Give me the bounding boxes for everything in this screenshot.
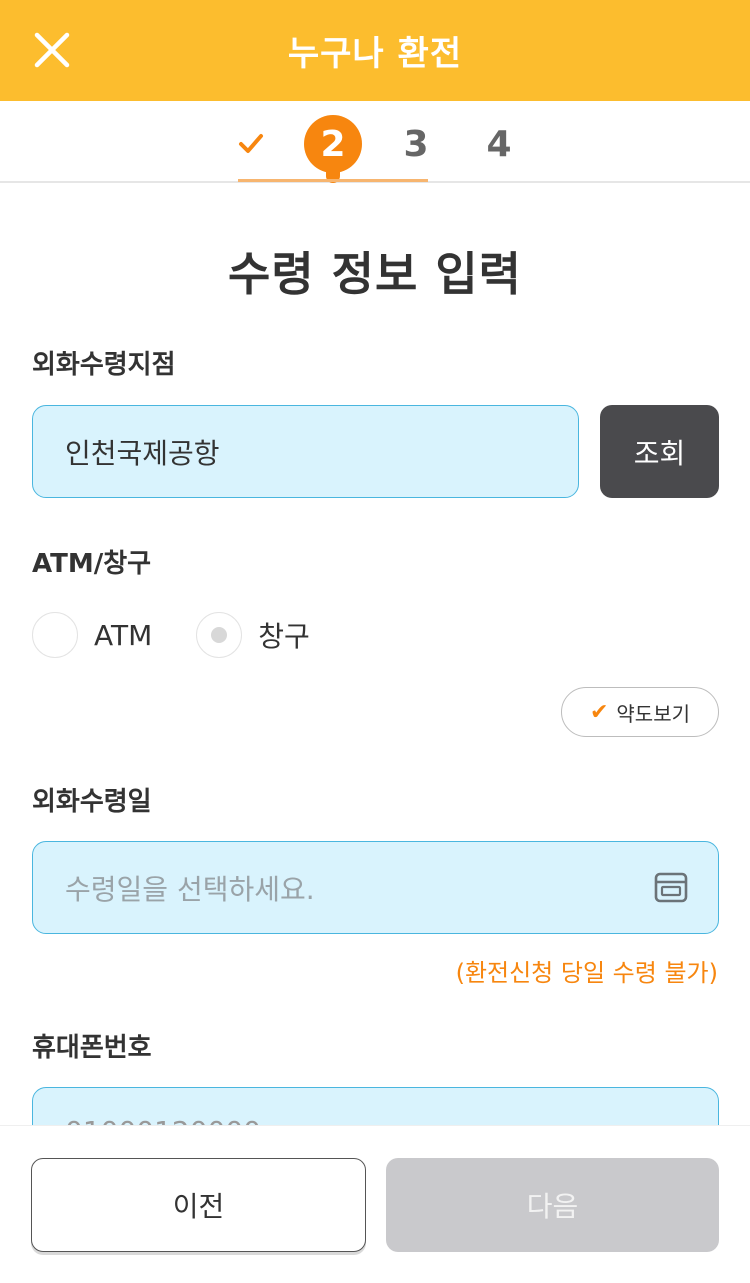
step-1-done [222, 115, 280, 173]
check-icon [239, 134, 263, 153]
radio-atm[interactable] [32, 612, 78, 658]
receive-date-notice: (환전신청 당일 수령 불가) [455, 959, 718, 987]
check-icon: ✔ [589, 699, 609, 725]
map-button-label: 약도보기 [616, 701, 691, 726]
prev-button[interactable]: 이전 [31, 1158, 366, 1252]
branch-label: 외화수령지점 [32, 350, 176, 380]
radio-counter-dot [211, 627, 228, 643]
step-2-active: 2 [304, 115, 362, 183]
phone-label: 휴대폰번호 [32, 1033, 152, 1063]
close-icon [34, 32, 70, 68]
receive-date-placeholder: 수령일을 선택하세요. [65, 872, 315, 906]
app-header: 누구나 환전 [0, 0, 750, 101]
atm-counter-label: ATM/창구 [32, 549, 152, 579]
radio-counter-label: 창구 [258, 620, 310, 653]
close-button[interactable] [24, 22, 80, 78]
step-indicator: 2 3 4 [0, 101, 750, 183]
header-title: 누구나 환전 [287, 34, 463, 74]
receive-date-label: 외화수령일 [32, 787, 152, 817]
step-progress-underline [238, 179, 428, 182]
next-button[interactable]: 다음 [386, 1158, 719, 1252]
bottom-action-bar: 이전 다음 [0, 1125, 750, 1283]
map-button[interactable]: ✔ 약도보기 [561, 687, 719, 737]
step-3: 3 [403, 123, 429, 165]
step-4: 4 [486, 123, 512, 165]
lookup-button[interactable]: 조회 [600, 405, 719, 498]
page-title: 수령 정보 입력 [228, 247, 522, 301]
atm-counter-radio-group: ATM 창구 [32, 610, 310, 660]
branch-value: 인천국제공항 [65, 436, 220, 470]
radio-counter[interactable] [196, 612, 243, 658]
branch-input[interactable]: 인천국제공항 [32, 405, 579, 498]
calendar-icon[interactable] [654, 870, 688, 904]
radio-atm-label: ATM [94, 618, 153, 652]
receive-date-input[interactable]: 수령일을 선택하세요. [32, 841, 719, 934]
